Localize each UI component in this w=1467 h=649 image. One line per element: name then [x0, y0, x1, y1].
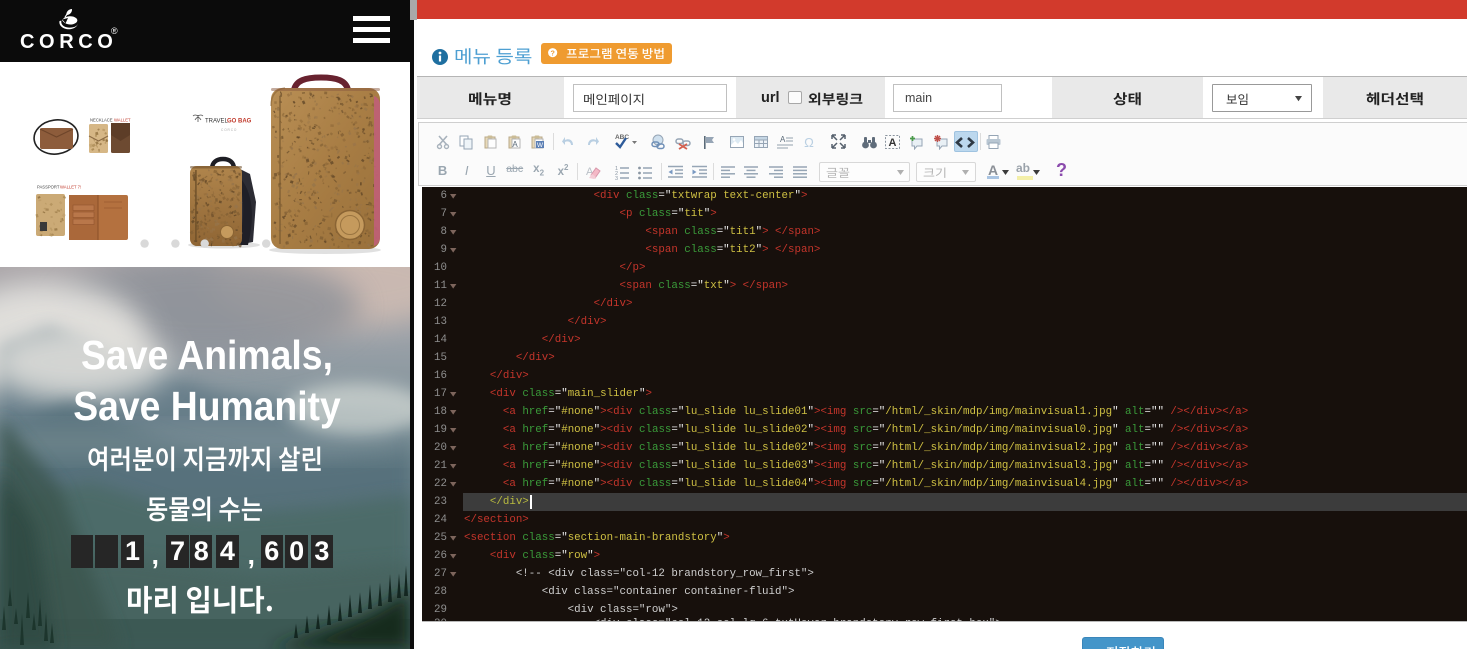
svg-text:A: A — [889, 137, 897, 149]
svg-text:WALLET 7!: WALLET 7! — [60, 185, 81, 190]
svg-text:W: W — [537, 142, 544, 149]
svg-text:Ω: Ω — [804, 135, 814, 150]
svg-text:PASSPORT: PASSPORT — [37, 185, 60, 190]
svg-text:GO BAG: GO BAG — [227, 119, 252, 125]
svg-text:NECKLACE: NECKLACE — [90, 118, 113, 123]
svg-text:TRAVEL: TRAVEL — [205, 119, 229, 125]
svg-text:3: 3 — [615, 176, 618, 180]
svg-text:ABC: ABC — [615, 134, 629, 141]
svg-text:A: A — [512, 140, 518, 149]
svg-text:?: ? — [550, 48, 554, 57]
svg-text:A: A — [780, 135, 786, 144]
svg-text:WALLET: WALLET — [114, 118, 131, 123]
svg-text:C O R C O: C O R C O — [221, 128, 237, 132]
